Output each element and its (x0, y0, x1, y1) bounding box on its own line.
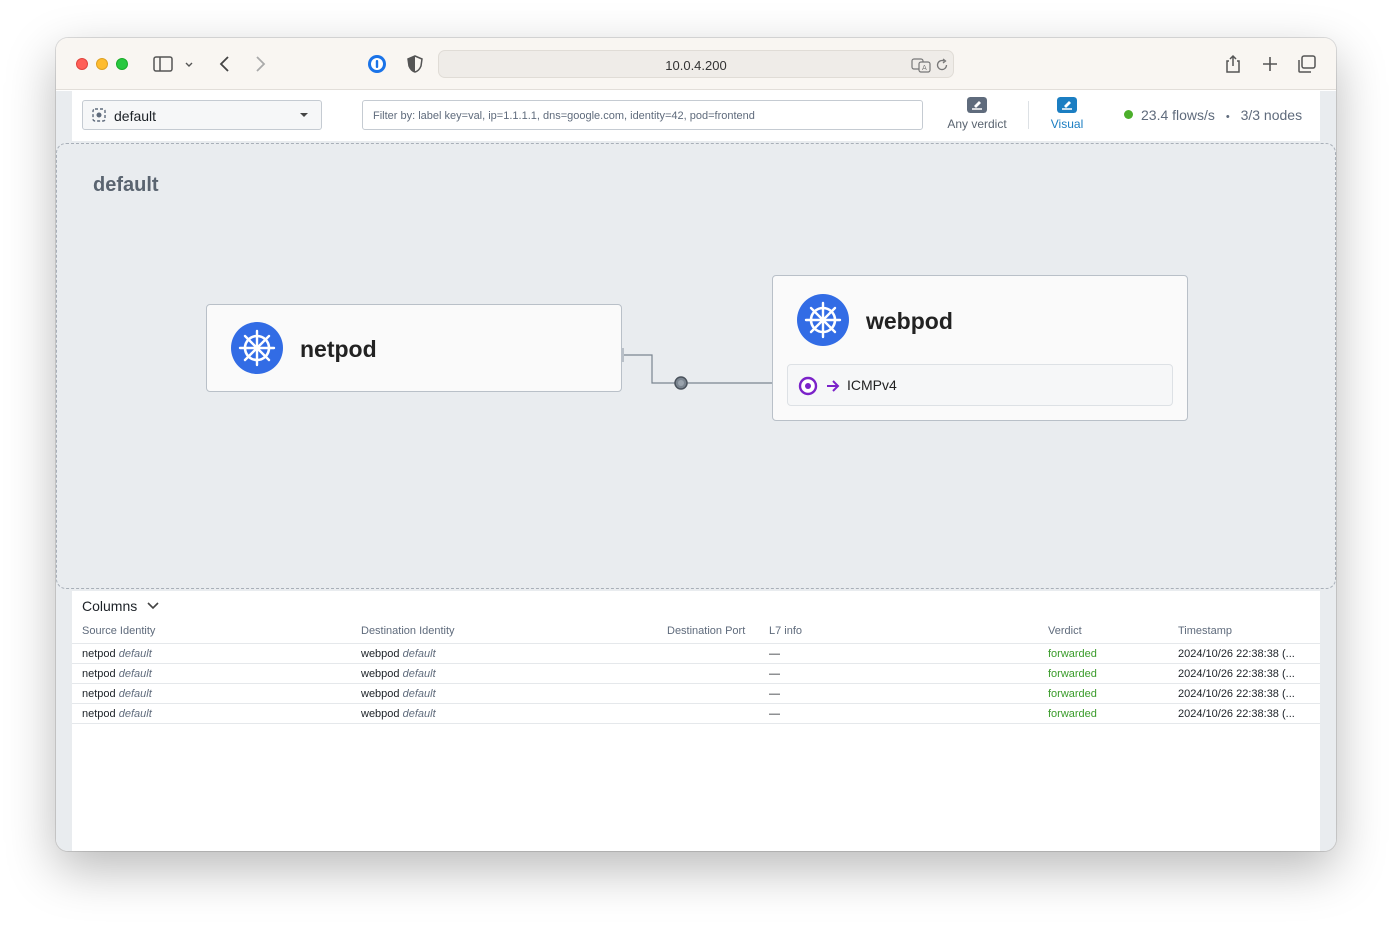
new-tab-icon[interactable] (1259, 54, 1281, 74)
columns-label: Columns (82, 598, 138, 614)
close-window-button[interactable] (76, 58, 88, 70)
status-separator: • (1225, 111, 1230, 123)
gavel-icon (967, 97, 987, 113)
flows-table-panel: Columns Source Identity Destination Iden… (72, 591, 1320, 851)
flows-rate: 23.4 flows/s (1141, 107, 1215, 123)
filter-placeholder: Filter by: label key=val, ip=1.1.1.1, dn… (373, 110, 755, 122)
header-divider (72, 643, 1320, 644)
cell-l7: — (769, 688, 780, 700)
cell-destination: webpod default (361, 688, 436, 700)
protocol-label: ICMPv4 (847, 377, 897, 393)
password-manager-icon[interactable] (366, 54, 388, 74)
address-bar[interactable]: 10.0.4.200 A (438, 50, 954, 78)
browser-titlebar: 10.0.4.200 A (56, 38, 1336, 90)
tab-overview-icon[interactable] (1296, 54, 1318, 74)
protocol-row[interactable]: ICMPv4 (787, 364, 1173, 406)
webpod-title: webpod (866, 308, 953, 334)
visual-icon (1057, 97, 1077, 113)
kubernetes-icon (797, 294, 849, 346)
cell-source: netpod default (82, 668, 152, 680)
arrow-right-icon (827, 380, 840, 392)
netpod-card[interactable]: netpod (206, 304, 622, 392)
caret-down-icon (300, 113, 308, 117)
header-verdict[interactable]: Verdict (1048, 625, 1082, 637)
cell-source: netpod default (82, 648, 152, 660)
cell-source: netpod default (82, 688, 152, 700)
cell-verdict: forwarded (1048, 708, 1097, 720)
header-timestamp[interactable]: Timestamp (1178, 625, 1232, 637)
cell-timestamp: 2024/10/26 22:38:38 (... (1178, 708, 1295, 720)
namespace-select[interactable]: default (82, 100, 322, 130)
cell-timestamp: 2024/10/26 22:38:38 (... (1178, 668, 1295, 680)
zoom-window-button[interactable] (116, 58, 128, 70)
privacy-shield-icon[interactable] (404, 54, 426, 74)
cell-verdict: forwarded (1048, 668, 1097, 680)
svg-text:A: A (922, 64, 927, 72)
minimize-window-button[interactable] (96, 58, 108, 70)
namespace-map-area: default netpod webpod ICMPv4 (56, 143, 1336, 589)
verdict-filter-label: Any verdict (947, 117, 1007, 131)
row-divider (72, 703, 1320, 704)
visual-toggle-button[interactable]: Visual (1042, 97, 1092, 131)
header-l7[interactable]: L7 info (769, 625, 802, 637)
url-text: 10.0.4.200 (665, 58, 727, 73)
sidebar-icon[interactable] (152, 54, 174, 74)
cell-verdict: forwarded (1048, 688, 1097, 700)
chevron-down-icon (147, 602, 159, 610)
reload-icon[interactable] (934, 57, 950, 73)
columns-button[interactable]: Columns (82, 598, 159, 614)
visual-toggle-label: Visual (1050, 117, 1084, 131)
cell-timestamp: 2024/10/26 22:38:38 (... (1178, 688, 1295, 700)
row-divider (72, 663, 1320, 664)
endpoint-target-icon (798, 376, 818, 396)
row-divider (72, 723, 1320, 724)
share-icon[interactable] (1222, 54, 1244, 74)
cell-destination: webpod default (361, 708, 436, 720)
status-dot (1124, 110, 1133, 119)
cell-l7: — (769, 668, 780, 680)
browser-window: 10.0.4.200 A default Filter by: label ke… (56, 38, 1336, 851)
hubble-topbar: default Filter by: label key=val, ip=1.1… (72, 91, 1320, 141)
netpod-title: netpod (300, 336, 377, 362)
row-divider (72, 683, 1320, 684)
forward-icon[interactable] (249, 54, 271, 74)
status-indicator: 23.4 flows/s • 3/3 nodes (1124, 107, 1302, 123)
cell-source: netpod default (82, 708, 152, 720)
header-dest-port[interactable]: Destination Port (667, 625, 745, 637)
webpod-card[interactable]: webpod ICMPv4 (772, 275, 1188, 421)
filter-input[interactable]: Filter by: label key=val, ip=1.1.1.1, dn… (362, 100, 923, 130)
cell-l7: — (769, 708, 780, 720)
header-source[interactable]: Source Identity (82, 625, 155, 637)
cell-destination: webpod default (361, 648, 436, 660)
cell-verdict: forwarded (1048, 648, 1097, 660)
namespace-label: default (93, 174, 159, 196)
nodes-count: 3/3 nodes (1240, 107, 1303, 123)
namespace-icon (92, 108, 106, 122)
hubble-app: default Filter by: label key=val, ip=1.1… (56, 91, 1336, 851)
back-icon[interactable] (214, 54, 236, 74)
verdict-filter-button[interactable]: Any verdict (942, 97, 1012, 131)
header-destination[interactable]: Destination Identity (361, 625, 455, 637)
cell-l7: — (769, 648, 780, 660)
toolbar-divider (1028, 101, 1029, 129)
kubernetes-icon (231, 322, 283, 374)
translate-icon[interactable]: A (911, 57, 931, 73)
cell-destination: webpod default (361, 668, 436, 680)
chevron-down-icon[interactable] (183, 54, 195, 74)
namespace-value: default (114, 108, 157, 124)
cell-timestamp: 2024/10/26 22:38:38 (... (1178, 648, 1295, 660)
